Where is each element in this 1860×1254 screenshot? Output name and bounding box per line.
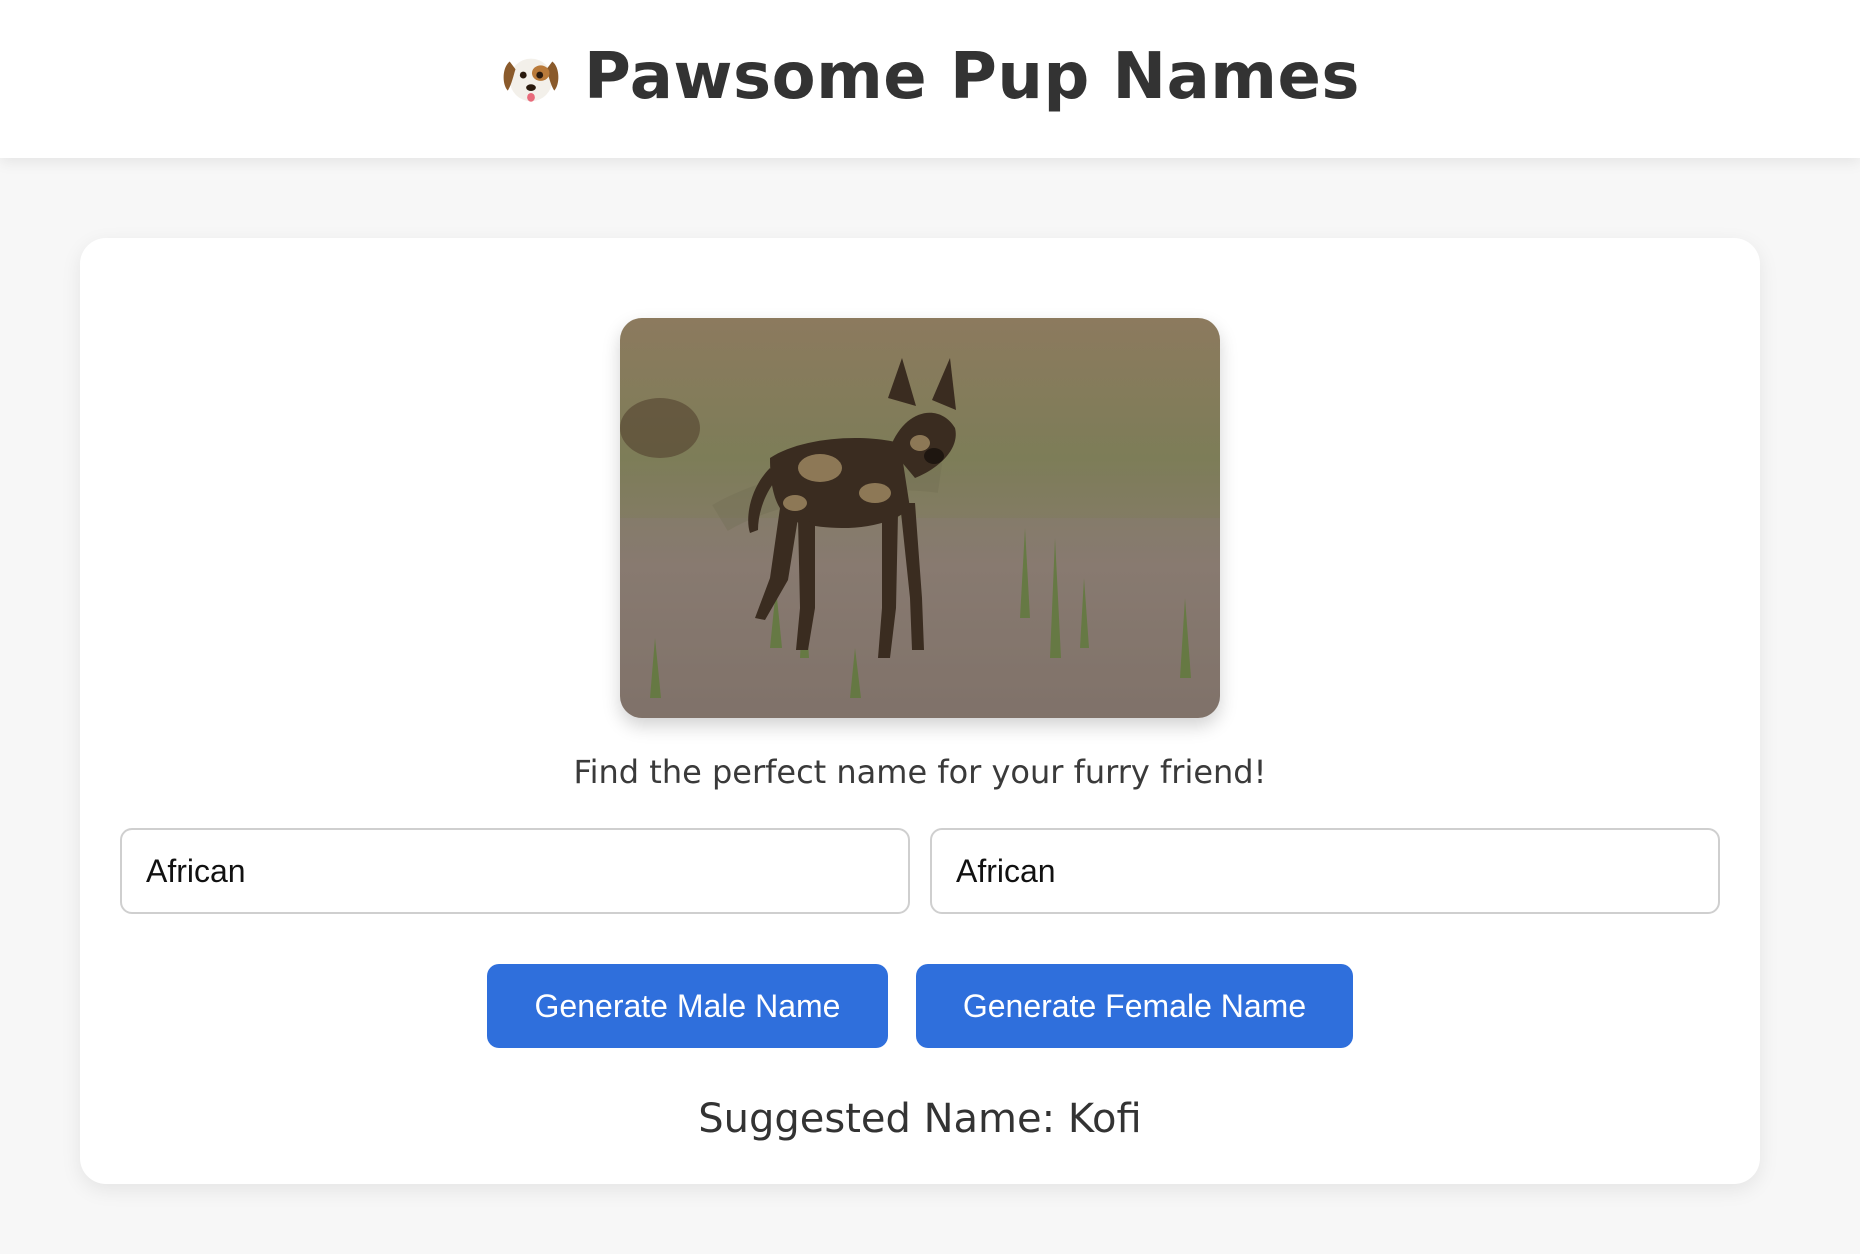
- breed-input-male[interactable]: [120, 828, 910, 914]
- tagline-text: Find the perfect name for your furry fri…: [573, 753, 1267, 791]
- suggested-name-text: Suggested Name: Kofi: [698, 1096, 1142, 1142]
- generate-male-name-button[interactable]: Generate Male Name: [487, 964, 888, 1048]
- dog-photo: [620, 318, 1220, 718]
- name-generator-card: Find the perfect name for your furry fri…: [80, 238, 1760, 1184]
- header-title-group: Pawsome Pup Names: [500, 40, 1360, 114]
- dog-face-icon: [503, 58, 559, 102]
- breed-input-female[interactable]: [930, 828, 1720, 914]
- page-header: Pawsome Pup Names: [0, 0, 1860, 158]
- page-title: Pawsome Pup Names: [584, 40, 1360, 114]
- generate-female-name-button[interactable]: Generate Female Name: [916, 964, 1353, 1048]
